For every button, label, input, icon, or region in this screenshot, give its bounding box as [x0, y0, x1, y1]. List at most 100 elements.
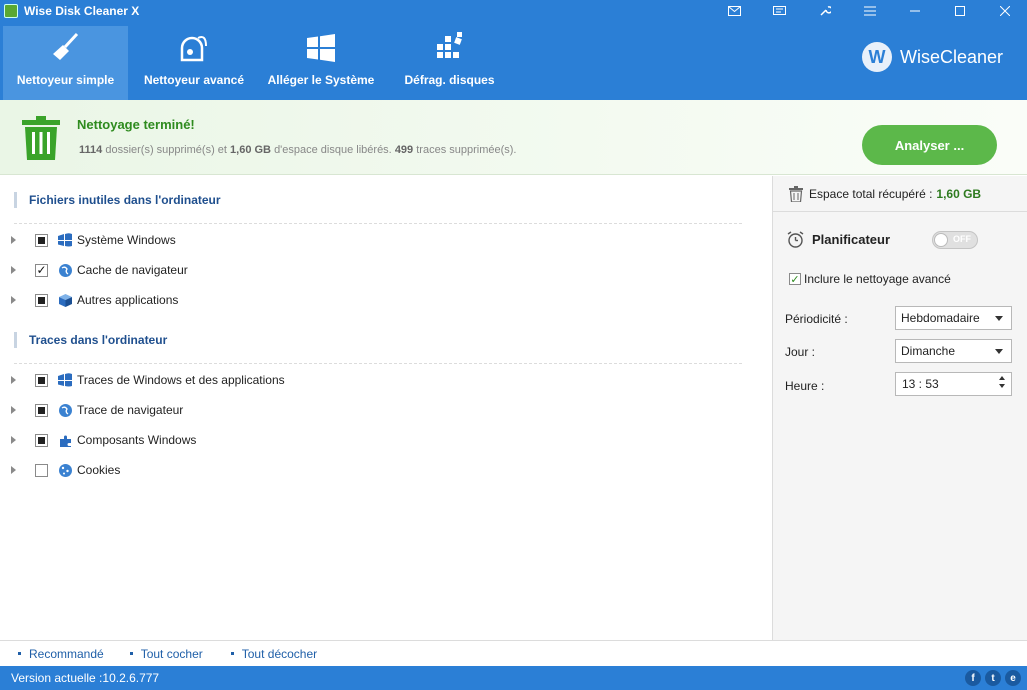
category-checkbox[interactable] [35, 433, 48, 447]
windows-icon [260, 26, 382, 66]
small-trash-icon [789, 186, 803, 202]
expand-arrow-icon[interactable] [11, 296, 16, 304]
tab-alleger-systeme[interactable]: Alléger le Système [260, 26, 382, 100]
globe-icon [57, 262, 73, 278]
space-text: d'espace disque libérés. [274, 144, 392, 156]
time-spinner[interactable] [999, 376, 1005, 388]
chevron-down-icon [995, 349, 1003, 354]
facebook-icon[interactable]: f [965, 670, 981, 686]
mail-icon[interactable] [712, 0, 757, 22]
globe-icon [57, 402, 73, 418]
tab-label: Nettoyeur avancé [143, 73, 245, 87]
menu-icon[interactable] [847, 0, 892, 22]
link-label: Tout cocher [140, 646, 203, 661]
category-row-cookies[interactable]: Cookies [0, 459, 740, 481]
category-label: Système Windows [77, 233, 176, 247]
windows-flag-icon [57, 232, 73, 248]
analyze-button[interactable]: Analyser ... [862, 125, 997, 165]
day-value: Dimanche [901, 344, 956, 358]
tab-defrag-disques[interactable]: Défrag. disques [392, 26, 507, 100]
category-row-cache-navigateur[interactable]: Cache de navigateur [0, 259, 740, 281]
spin-down-icon[interactable] [999, 384, 1005, 388]
category-checkbox[interactable] [35, 263, 48, 277]
wisecleaner-brand[interactable]: W WiseCleaner [861, 42, 1003, 72]
category-checkbox[interactable] [35, 373, 48, 387]
category-label: Trace de navigateur [77, 403, 184, 417]
scheduler-title: Planificateur [812, 232, 891, 247]
vacuum-icon [132, 26, 256, 66]
expand-arrow-icon[interactable] [11, 266, 16, 274]
category-label: Cache de navigateur [77, 263, 188, 277]
expand-arrow-icon[interactable] [11, 236, 16, 244]
chat-icon[interactable] [757, 0, 802, 22]
category-checkbox[interactable] [35, 403, 48, 417]
category-row-traces-windows[interactable]: Traces de Windows et des applications [0, 369, 740, 391]
chevron-down-icon [995, 316, 1003, 321]
category-label: Autres applications [77, 293, 179, 307]
expand-arrow-icon[interactable] [11, 436, 16, 444]
cube-icon [57, 292, 73, 308]
expand-arrow-icon[interactable] [11, 466, 16, 474]
tab-nettoyeur-simple[interactable]: Nettoyeur simple [3, 26, 128, 100]
scheduler-toggle[interactable]: OFF [932, 231, 978, 249]
window-title: Wise Disk Cleaner X [24, 4, 140, 18]
deselect-all-link[interactable]: Tout décocher [230, 647, 317, 661]
include-advanced-option[interactable]: ✓ Inclure le nettoyage avancé [789, 272, 951, 286]
select-all-link[interactable]: Tout cocher [129, 646, 203, 661]
total-recovered-space: Espace total récupéré : 1,60 GB [789, 186, 981, 202]
category-label: Traces de Windows et des applications [77, 373, 285, 387]
brand-name: WiseCleaner [899, 46, 1003, 67]
expand-arrow-icon[interactable] [11, 406, 16, 414]
divider [773, 211, 1027, 212]
alarm-clock-icon [787, 231, 804, 248]
maximize-icon[interactable] [937, 0, 982, 22]
twitter-icon[interactable]: t [985, 670, 1001, 686]
category-label: Cookies [77, 463, 121, 477]
space-value: 1,60 GB [936, 187, 982, 201]
hour-value: 13 : 53 [902, 377, 939, 391]
email-icon[interactable]: e [1005, 670, 1021, 686]
traces-text: traces supprimée(s). [416, 144, 517, 156]
tab-label: Nettoyeur simple [16, 73, 115, 87]
scheduler-header: Planificateur [787, 231, 890, 248]
category-row-trace-navigateur[interactable]: Trace de navigateur [0, 399, 740, 421]
spin-up-icon[interactable] [999, 376, 1005, 380]
cleanup-categories-panel: Fichiers inutiles dans l'ordinateur Syst… [0, 176, 772, 640]
divider [14, 363, 742, 364]
tools-icon[interactable] [802, 0, 847, 22]
expand-arrow-icon[interactable] [11, 376, 16, 384]
hour-label: Heure : [785, 379, 825, 393]
puzzle-icon [57, 432, 73, 448]
app-icon [4, 4, 18, 18]
periodicity-value: Hebdomadaire [901, 311, 980, 325]
periodicity-select[interactable]: Hebdomadaire [895, 306, 1012, 330]
status-bar: Version actuelle :10.2.6.777 f t e [0, 666, 1027, 690]
category-row-composants-windows[interactable]: Composants Windows [0, 429, 740, 451]
trash-icon [22, 116, 60, 163]
link-label: Recommandé [29, 646, 104, 661]
toggle-knob [934, 233, 948, 247]
bullet [129, 652, 133, 655]
bullet [18, 652, 21, 655]
social-links: f t e [965, 670, 1021, 686]
category-checkbox[interactable] [35, 463, 48, 477]
day-label: Jour : [785, 345, 816, 359]
folders-text: dossier(s) supprimé(s) et [105, 144, 227, 156]
minimize-icon[interactable] [892, 0, 937, 22]
hour-time-input[interactable]: 13 : 53 [895, 372, 1012, 396]
recommended-link[interactable]: Recommandé [18, 647, 104, 661]
day-select[interactable]: Dimanche [895, 339, 1012, 363]
status-banner: Nettoyage terminé! 1114 dossier(s) suppr… [0, 100, 1027, 175]
tab-nettoyeur-avance[interactable]: Nettoyeur avancé [132, 26, 256, 100]
category-checkbox[interactable] [35, 293, 48, 307]
category-row-autres-applications[interactable]: Autres applications [0, 289, 740, 311]
close-icon[interactable] [982, 0, 1027, 22]
divider [14, 223, 742, 224]
window-controls [712, 0, 1027, 22]
include-advanced-checkbox[interactable]: ✓ [789, 273, 801, 286]
category-row-systeme-windows[interactable]: Système Windows [0, 229, 740, 251]
cleaning-status-title: Nettoyage terminé! [77, 117, 195, 132]
title-bar: Wise Disk Cleaner X [0, 0, 1027, 22]
category-checkbox[interactable] [35, 233, 48, 247]
main-nav: Nettoyeur simple Nettoyeur avancé Allége… [0, 22, 1027, 100]
